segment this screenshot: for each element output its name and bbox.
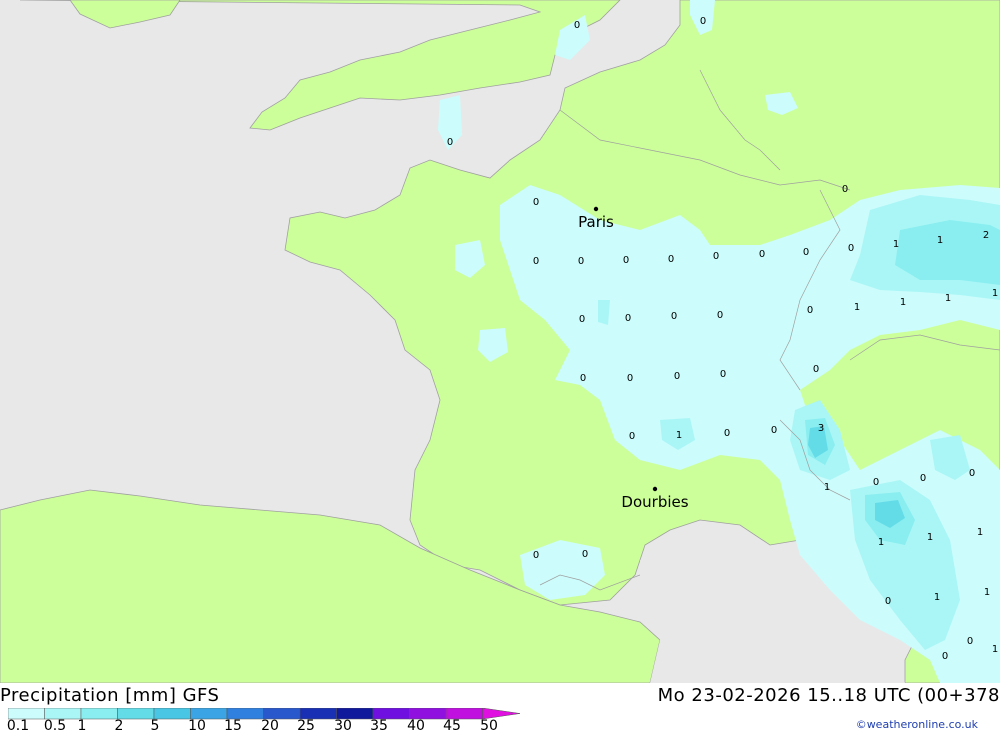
legend-tick: 45: [443, 718, 461, 734]
precip-value: 0: [674, 371, 680, 382]
title-right: Mo 23-02-2026 15..18 UTC (00+378: [657, 685, 1000, 706]
city-label-dourbies: Dourbies: [621, 493, 688, 511]
precip-value: 1: [824, 482, 830, 493]
title-left: Precipitation [mm] GFS: [0, 685, 220, 706]
precipitation-map: Paris Dourbies 0 0 0 0 0 0 0 0 0 0 0 0 0…: [0, 0, 1000, 684]
precip-value: 0: [942, 651, 948, 662]
precip-value: 0: [625, 313, 631, 324]
precip-value: 1: [992, 644, 998, 655]
precip-value: 1: [676, 430, 682, 441]
precip-value: 1: [992, 288, 998, 299]
precip-value: 0: [580, 373, 586, 384]
precip-value: 0: [533, 550, 539, 561]
precip-value: 2: [983, 230, 989, 241]
legend-tick: 0.1: [6, 718, 30, 734]
precip-value: 0: [759, 249, 765, 260]
legend-tick: 15: [224, 718, 242, 734]
precip-value: 1: [900, 297, 906, 308]
legend-tick: 25: [297, 718, 315, 734]
precip-value: 0: [574, 20, 580, 31]
city-marker-paris: [593, 206, 599, 212]
legend-tick: 50: [480, 718, 498, 734]
precip-value: 0: [629, 431, 635, 442]
precip-value: 3: [818, 423, 824, 434]
legend-swatch: [80, 708, 118, 720]
precip-value: 1: [977, 527, 983, 538]
legend-tick: 5: [150, 718, 160, 734]
legend-tick: 10: [188, 718, 206, 734]
precip-value: 0: [771, 425, 777, 436]
precip-value: 0: [578, 256, 584, 267]
precip-value: 0: [582, 549, 588, 560]
precip-value: 0: [668, 254, 674, 265]
precip-value: 1: [854, 302, 860, 313]
precip-value: 1: [927, 532, 933, 543]
precip-value: 0: [579, 314, 585, 325]
legend-tick: 40: [407, 718, 425, 734]
precip-value: 1: [945, 293, 951, 304]
precip-value: 0: [842, 184, 848, 195]
precip-value: 1: [893, 239, 899, 250]
precip-value: 0: [920, 473, 926, 484]
precip-value: 0: [724, 428, 730, 439]
precip-value: 1: [984, 587, 990, 598]
legend-tick: 2: [114, 718, 124, 734]
precip-value: 0: [885, 596, 891, 607]
city-label-paris: Paris: [578, 213, 614, 231]
precip-value: 0: [623, 255, 629, 266]
precip-value: 0: [873, 477, 879, 488]
legend-tick: 30: [334, 718, 352, 734]
precip-value: 0: [533, 256, 539, 267]
precip-value: 0: [813, 364, 819, 375]
precip-value: 0: [671, 311, 677, 322]
precip-value: 0: [713, 251, 719, 262]
precip-value: 0: [720, 369, 726, 380]
legend-tick: 0.5: [43, 718, 67, 734]
legend-tick: 20: [261, 718, 279, 734]
precip-value: 0: [627, 373, 633, 384]
footer: Precipitation [mm] GFS Mo 23-02-2026 15.…: [0, 683, 1000, 734]
legend-tick: 35: [370, 718, 388, 734]
precip-value: 0: [803, 247, 809, 258]
precip-value: 0: [717, 310, 723, 321]
precip-value: 1: [934, 592, 940, 603]
city-marker-dourbies: [652, 486, 658, 492]
precip-value: 0: [700, 16, 706, 27]
credit: ©weatheronline.co.uk: [855, 718, 978, 731]
legend-tick: 1: [77, 718, 87, 734]
precip-value: 0: [447, 137, 453, 148]
precip-value: 1: [878, 537, 884, 548]
precip-value: 0: [848, 243, 854, 254]
precip-value: 0: [967, 636, 973, 647]
precip-value: 1: [937, 235, 943, 246]
precip-value: 0: [969, 468, 975, 479]
legend-swatch: [153, 708, 191, 720]
precip-value: 0: [807, 305, 813, 316]
precip-value: 0: [533, 197, 539, 208]
